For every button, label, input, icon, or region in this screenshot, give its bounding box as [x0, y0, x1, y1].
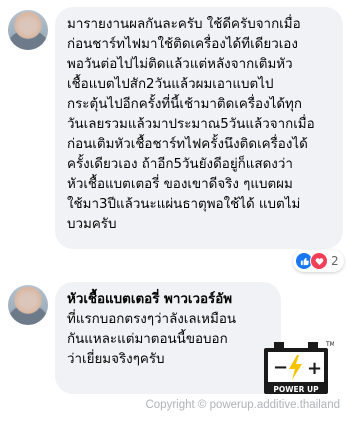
copyright-watermark: Copyright © powerup.additive.thailand: [145, 399, 340, 411]
reply-bubble: หัวเชื้อแบตเตอรี่ พาวเวอร์อัพ ที่แรกบอกต…: [55, 282, 281, 394]
power-up-logo: − + POWER UP TM: [260, 340, 335, 406]
comment-text-line: บวมครับ: [67, 217, 117, 232]
reply-text-line: ว่าเยี่ยมจริงๆครับ: [67, 352, 165, 367]
commenter-avatar[interactable]: [8, 10, 48, 50]
comment-text-line: ก่อนเติมหัวเชื้อชาร์ทไฟครั้งนึงติดเครื่อ…: [67, 137, 308, 152]
comment-bubble: มารายงานผลกันละครับ ใช้ดีครับจากเมื่อ ก่…: [55, 7, 343, 249]
comment-text-line: มารายงานผลกันละครับ ใช้ดีครับจากเมื่อ: [67, 17, 301, 32]
svg-text:−: −: [273, 357, 288, 378]
reply-avatar[interactable]: [8, 285, 48, 325]
reaction-summary[interactable]: 2: [293, 250, 344, 272]
comment-text-line: พอวันต่อไปไม่ติดแล้วแต่หลังจากเติมหัว: [67, 57, 293, 72]
love-reaction-icon: [310, 252, 328, 270]
comment-text-line: กระตุ้นไปอีกครั้งที่นี้เช้ามาติดเครื่องไ…: [67, 97, 302, 112]
comment-text-line: ก่อนชาร์ทไฟมาใช้ติดเครื่องได้ทีเดียวเอง: [67, 37, 298, 52]
comment-text-line: เชื้อแบตไปสัก2วันแล้วผมเอาแบตไป: [67, 77, 274, 92]
reply-text-line: ที่แรกบอกตรงๆว่าลังเลเหมือน: [67, 312, 237, 327]
comment-text-line: หัวเชื้อแบตเตอรี่ ของเขาดีจริง ๆแบตผม: [67, 177, 293, 192]
comment-text-line: ใช้มา3ปีแล้วนะแผ่นธาตุพอใช้ได้ แบตไม่: [67, 197, 301, 212]
svg-text:+: +: [307, 358, 322, 379]
comment-text-line: วันเลยรวมแล้วมาประมาณ5วันแล้วจากเมื่อ: [67, 117, 315, 132]
reaction-count: 2: [331, 254, 339, 268]
trademark-mark: TM: [325, 341, 334, 348]
logo-text: POWER UP: [273, 385, 319, 394]
comment-text-line: ครั้งเดียวเอง ถ้าอีก5วันยังดีอยู่ก็แสดงว…: [67, 157, 293, 172]
blurred-face: [17, 16, 39, 36]
reply-author-name[interactable]: หัวเชื้อแบตเตอรี่ พาวเวอร์อัพ: [67, 290, 269, 310]
blurred-face: [17, 291, 39, 311]
reply-text-line: กันแหละแต่มาตอนนี้ขอบอก: [67, 332, 228, 347]
